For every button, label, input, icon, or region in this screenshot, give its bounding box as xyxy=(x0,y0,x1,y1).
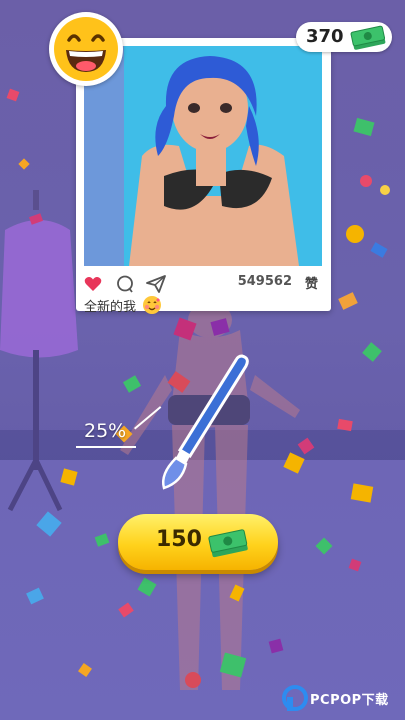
paint-brush-tool[interactable] xyxy=(150,352,260,492)
comment-icon[interactable] xyxy=(116,275,134,293)
cash-stack-icon xyxy=(208,529,248,558)
post-actions-bar: 549562 赞 xyxy=(84,274,322,294)
heart-icon[interactable] xyxy=(84,276,102,292)
share-icon[interactable] xyxy=(146,275,166,293)
site-watermark: PCPOP下载 xyxy=(282,682,400,714)
cash-stack-icon xyxy=(350,25,386,50)
cash-balance-value: 370 xyxy=(306,26,344,47)
reward-amount: 150 xyxy=(156,527,202,552)
watermark-text: PCPOP下载 xyxy=(310,693,389,708)
cash-balance-pill: 370 xyxy=(296,22,392,52)
like-count: 549562 xyxy=(237,274,292,289)
caption-text: 全新的我 xyxy=(84,300,137,315)
reaction-emoji-badge xyxy=(49,12,123,86)
collect-reward-button[interactable]: 150 xyxy=(118,514,278,570)
progress-leader-line xyxy=(76,446,136,448)
laughing-emoji-icon xyxy=(54,17,118,81)
progress-percent-label: 25% xyxy=(84,420,127,442)
watermark-logo xyxy=(282,685,308,711)
blushing-smile-emoji-icon xyxy=(143,296,162,314)
like-label: 赞 xyxy=(304,277,318,292)
post-caption: 全新的我 xyxy=(84,295,162,315)
